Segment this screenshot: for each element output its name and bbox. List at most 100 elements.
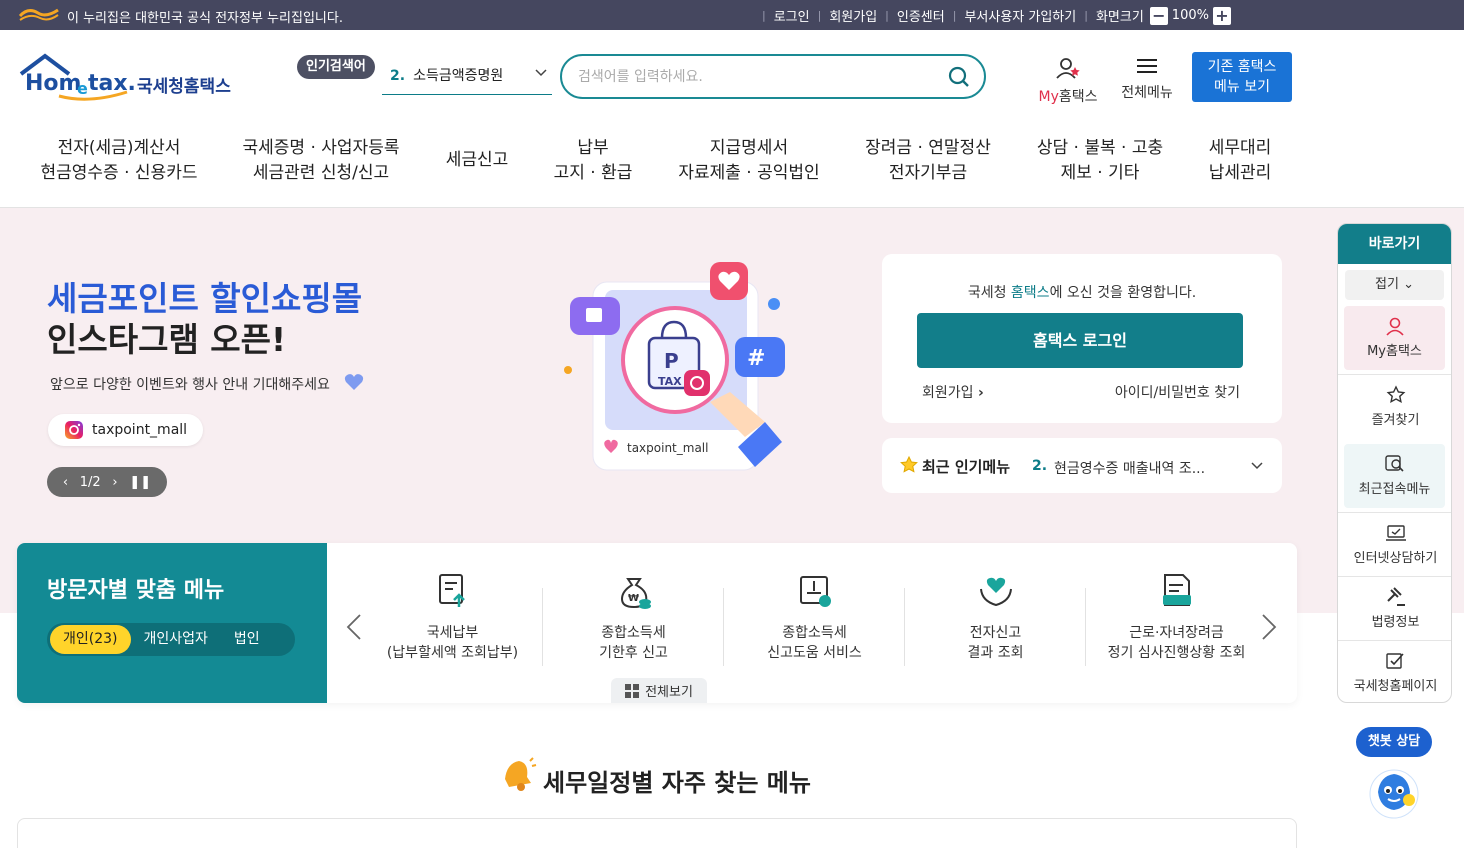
quick-law-info[interactable]: 법령정보	[1338, 577, 1451, 641]
hamburger-icon	[1137, 59, 1157, 73]
chevron-down-icon	[535, 69, 547, 77]
bell-icon	[505, 757, 537, 791]
login-link[interactable]: 로그인	[774, 6, 810, 25]
visitor-tabs: 개인(23) 개인사업자 법인	[47, 623, 295, 656]
join-link[interactable]: 회원가입 ›	[922, 382, 984, 402]
search-icon[interactable]	[948, 66, 970, 88]
chevron-down-icon: ⌄	[1403, 277, 1414, 292]
recent-search-icon	[1384, 455, 1404, 472]
instagram-icon	[65, 421, 83, 439]
svg-text:TAX: TAX	[658, 375, 682, 388]
folder-document-icon	[1162, 574, 1191, 606]
chevron-left-icon[interactable]	[345, 612, 363, 642]
tab-corporation[interactable]: 법인	[221, 625, 273, 654]
gov-notice-text: 이 누리집은 대한민국 공식 전자정부 누리집입니다.	[67, 11, 343, 26]
nav-e-invoice[interactable]: 전자(세금)계산서 현금영수증 · 신용카드	[40, 136, 198, 186]
next-slide-icon[interactable]: ›	[112, 475, 117, 490]
svg-text:P: P	[664, 349, 679, 373]
quick-recent-menu[interactable]: 최근접속메뉴	[1344, 444, 1445, 508]
nav-incentive[interactable]: 장려금 · 연말정산 전자기부금	[862, 136, 994, 186]
svg-text:tax.: tax.	[88, 71, 136, 96]
popular-search-select[interactable]: 2. 소득금액증명원	[382, 64, 552, 95]
old-menu-button[interactable]: 기존 홈택스 메뉴 보기	[1192, 52, 1292, 102]
schedule-section-title: 세무일정별 자주 찾는 메뉴	[543, 769, 811, 797]
popular-search-badge: 인기검색어	[297, 55, 375, 79]
zoom-in-button[interactable]: +	[1212, 6, 1231, 25]
my-prefix: My	[1038, 89, 1059, 105]
zoom-control: − 100% +	[1149, 6, 1231, 25]
user-icon	[1385, 317, 1404, 336]
dept-user-signup-link[interactable]: 부서사용자 가입하기	[964, 6, 1076, 25]
all-menu-button[interactable]: 전체메뉴	[1116, 56, 1178, 102]
chevron-right-icon[interactable]	[1260, 612, 1278, 642]
signup-link[interactable]: 회원가입	[829, 6, 877, 25]
svg-text:e: e	[77, 79, 88, 98]
tab-individual[interactable]: 개인(23)	[50, 625, 131, 654]
popular-rank: 2.	[390, 68, 406, 84]
recent-popular-menu[interactable]: 최근 인기메뉴 2. 현금영수증 매출내역 조...	[882, 438, 1282, 493]
recent-popular-value: 현금영수증 매출내역 조...	[1054, 461, 1206, 477]
visitor-menu-title: 방문자별 맞춤 메뉴	[47, 578, 225, 603]
nav-certificates[interactable]: 국세증명 · 사업자등록 세금관련 신청/신고	[240, 136, 402, 186]
view-all-button[interactable]: 전체보기	[611, 678, 707, 703]
quick-nts-homepage[interactable]: 국세청홈페이지	[1338, 641, 1451, 702]
nav-payment-statement[interactable]: 지급명세서 자료제출 · 공익법인	[675, 136, 823, 186]
screen-size-label: 화면크기	[1095, 10, 1144, 25]
quick-my-hometax[interactable]: My홈택스	[1344, 306, 1445, 370]
nav-payment[interactable]: 납부 고지 · 환급	[550, 136, 636, 186]
menu-tax-payment[interactable]: 국세납부 (납부할세액 조회납부)	[362, 571, 543, 663]
cert-center-link[interactable]: 인증센터	[897, 6, 945, 25]
welcome-box: 국세청 홈택스에 오신 것을 환영합니다. 홈택스 로그인 회원가입 › 아이디…	[882, 254, 1282, 423]
quick-menu-panel: 바로가기 접기 ⌄ My홈택스 즐겨찾기 최근접속메뉴 인터넷상담하기 법령정보…	[1337, 223, 1452, 703]
welcome-text: 국세청 홈택스에 오신 것을 환영합니다.	[967, 285, 1197, 301]
menu-income-tax-late-filing[interactable]: ₩ 종합소득세 기한후 신고	[543, 571, 724, 663]
edit-document-icon	[1385, 653, 1404, 669]
find-id-password-link[interactable]: 아이디/비밀번호 찾기	[1115, 382, 1240, 402]
my-suffix: 홈택스	[1058, 89, 1098, 105]
quick-favorites[interactable]: 즐겨찾기	[1338, 375, 1451, 439]
menu-e-filing-result[interactable]: 전자신고 결과 조회	[905, 571, 1086, 663]
gov-topbar: 이 누리집은 대한민국 공식 전자정부 누리집입니다. | 로그인 | 회원가입…	[0, 0, 1464, 30]
star-outline-icon	[1386, 385, 1405, 404]
top-links: | 로그인 | 회원가입 | 인증센터 | 부서사용자 가입하기 | 화면크기 …	[754, 6, 1231, 25]
hometax-login-button[interactable]: 홈택스 로그인	[917, 313, 1243, 368]
fold-button[interactable]: 접기 ⌄	[1345, 270, 1444, 300]
recent-popular-label: 최근 인기메뉴	[922, 458, 1011, 476]
schedule-panel	[17, 818, 1297, 848]
instagram-shop-illustration: P TAX # taxpoint_mall	[564, 262, 785, 471]
recent-popular-rank: 2.	[1032, 458, 1048, 474]
gavel-icon	[1386, 587, 1405, 606]
quick-menu-title: 바로가기	[1338, 224, 1451, 264]
laptop-icon	[1385, 525, 1406, 541]
prev-slide-icon[interactable]: ‹	[63, 475, 68, 490]
chatbot-mascot-icon[interactable]	[1364, 762, 1424, 822]
zoom-value: 100%	[1171, 8, 1209, 23]
visitor-menu-header: 방문자별 맞춤 메뉴 개인(23) 개인사업자 법인	[17, 543, 327, 703]
svg-text:taxpoint_mall: taxpoint_mall	[627, 441, 708, 455]
chevron-down-icon	[1251, 462, 1263, 470]
banner-pager: ‹ 1/2 › ❚❚	[47, 467, 167, 497]
egov-logo-icon	[18, 8, 59, 21]
chatbot-button[interactable]: 챗봇 상담	[1356, 727, 1432, 757]
user-icon	[1056, 58, 1080, 79]
search-input[interactable]	[578, 65, 928, 89]
search-box	[560, 54, 986, 99]
zoom-out-button[interactable]: −	[1149, 6, 1168, 25]
menu-incentive-review-status[interactable]: 근로·자녀장려금 정기 심사진행상황 조회	[1086, 571, 1267, 663]
quick-online-consult[interactable]: 인터넷상담하기	[1338, 513, 1451, 577]
hero-title-second: 인스타그램 오픈!	[47, 320, 287, 359]
instagram-link[interactable]: taxpoint_mall	[48, 414, 204, 446]
nav-consulting[interactable]: 상담 · 불복 · 고충 제보 · 기타	[1035, 136, 1165, 186]
menu-income-tax-help[interactable]: 종합소득세 신고도움 서비스	[724, 571, 905, 663]
money-bag-icon: ₩	[620, 578, 651, 609]
tab-sole-proprietor[interactable]: 개인사업자	[131, 625, 221, 654]
svg-text:₩: ₩	[628, 593, 639, 604]
instagram-handle: taxpoint_mall	[92, 422, 188, 438]
heart-hands-icon	[979, 577, 1012, 607]
pause-icon[interactable]: ❚❚	[129, 475, 151, 490]
all-menu-label: 전체메뉴	[1121, 85, 1173, 101]
nav-tax-filing[interactable]: 세금신고	[440, 148, 514, 173]
nav-tax-agent[interactable]: 세무대리 납세관리	[1200, 136, 1280, 186]
main-navigation: 전자(세금)계산서 현금영수증 · 신용카드 국세증명 · 사업자등록 세금관련 신…	[0, 122, 1464, 208]
my-hometax-button[interactable]: My홈택스	[1033, 56, 1103, 106]
